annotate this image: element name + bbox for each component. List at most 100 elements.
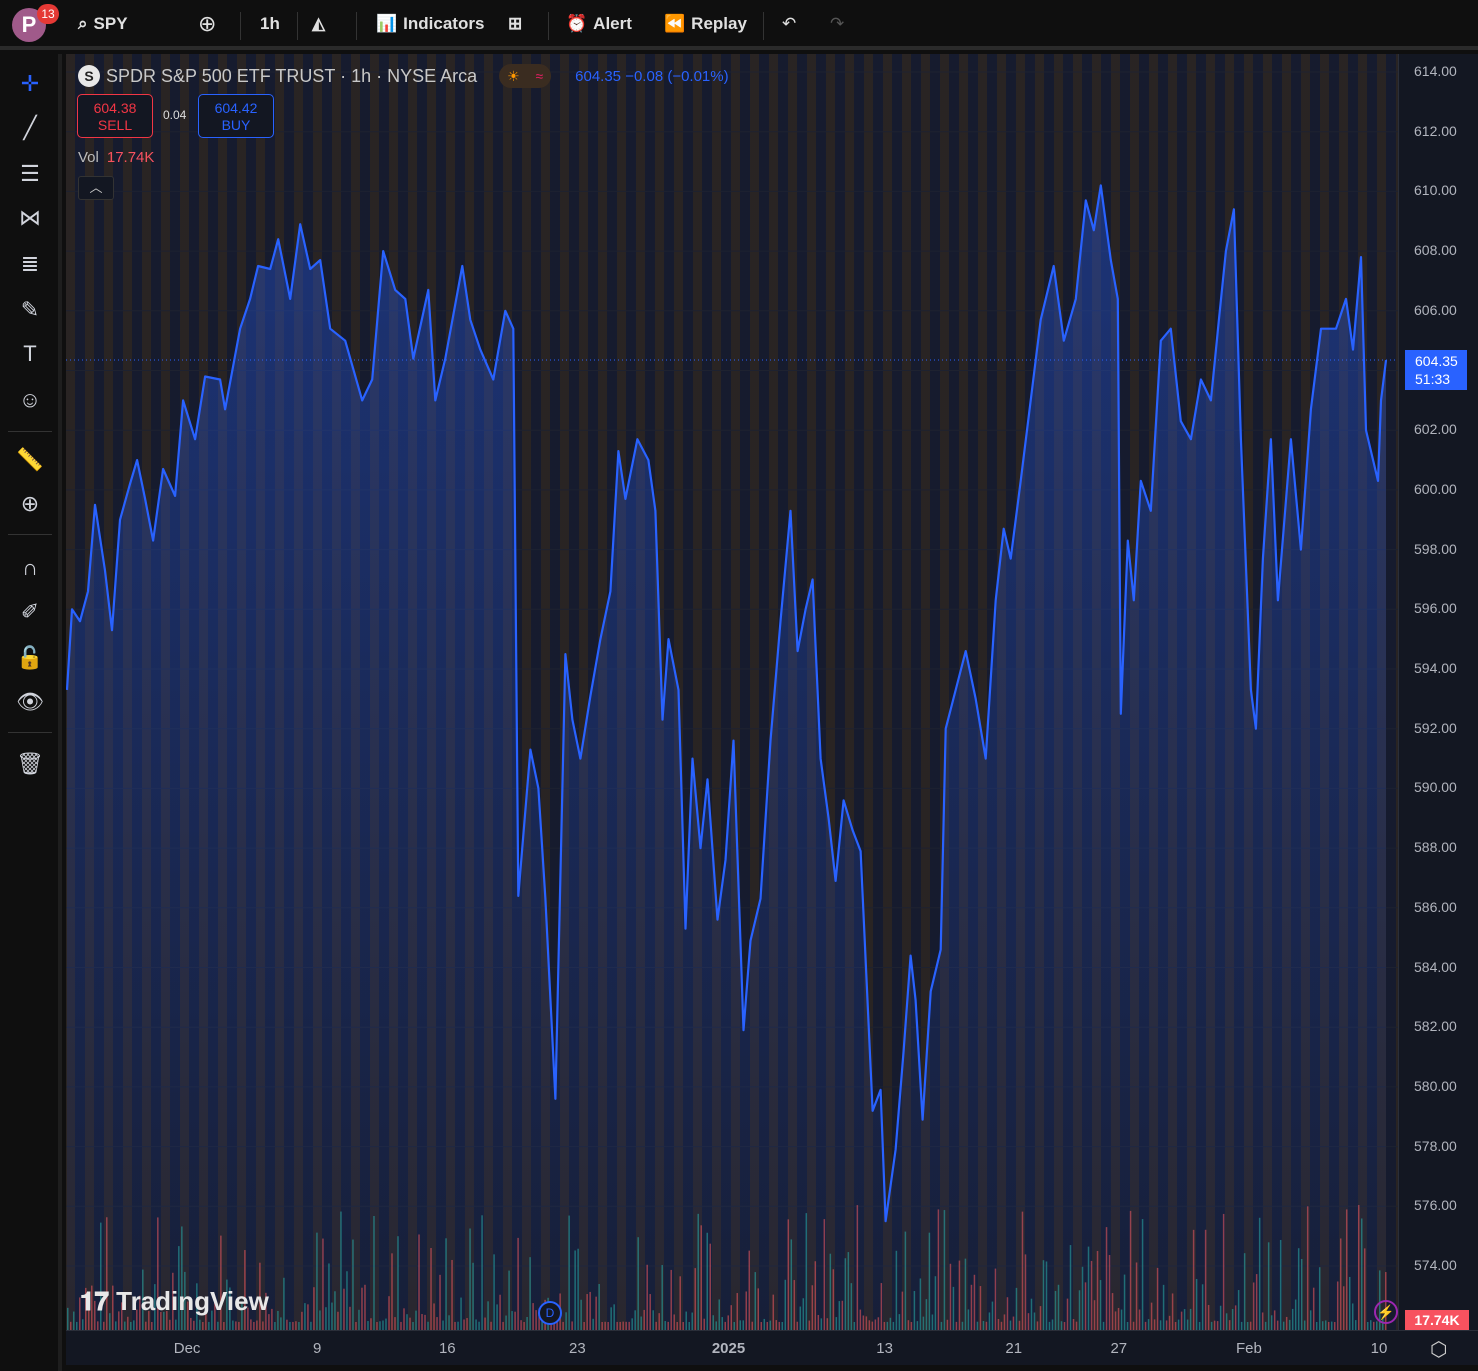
time-tick: 27 [1110, 1340, 1128, 1357]
text-icon[interactable]: T [14, 338, 46, 370]
volume-legend: Vol 17.74K [78, 149, 154, 166]
dividend-marker[interactable]: D [538, 1301, 562, 1325]
last-price-value: 604.35 [1415, 353, 1458, 370]
time-tick: 9 [313, 1340, 322, 1357]
lock-drawing-icon[interactable]: ✐ [14, 596, 46, 628]
market-status[interactable]: ☀ ≈ [499, 64, 552, 88]
buy-price: 604.42 [214, 100, 258, 116]
drawing-toolbar: ✛ ╱ ☰ ⋈ ≣ ✎ T ☺ 📏 ⊕ ∩ ✐ 🔓 👁 🗑 [0, 54, 62, 1371]
price-plot [66, 71, 1398, 1330]
price-axis[interactable]: 614.00612.00610.00608.00606.00604.00602.… [1398, 54, 1478, 1330]
price-tick: 594.00 [1414, 660, 1457, 676]
replay-label: Replay [691, 14, 747, 33]
redo-icon[interactable]: ↷ [830, 14, 844, 34]
patterns-icon[interactable]: ⋈ [14, 202, 46, 234]
zoom-in-icon[interactable]: ⊕ [14, 488, 46, 520]
price-tick: 606.00 [1414, 301, 1457, 318]
price-tick: 596.00 [1414, 600, 1457, 617]
magnet-icon[interactable]: ∩ [14, 552, 46, 584]
time-tick: Dec [173, 1340, 201, 1357]
indicators-icon: 📊 [376, 14, 398, 33]
crosshair-icon[interactable]: ✛ [14, 68, 46, 100]
price-tick: 578.00 [1414, 1137, 1457, 1154]
price-area-fill [67, 185, 1386, 1330]
last-price: 604.35 [575, 67, 622, 85]
symbol-search-button[interactable]: ⌕ SPY [78, 14, 128, 34]
price-tick: 600.00 [1414, 480, 1457, 497]
settings-icon[interactable]: ⬡ [1430, 1337, 1447, 1362]
price-change: −0.08 (−0.01%) [625, 67, 729, 85]
price-tick: 584.00 [1414, 958, 1457, 975]
volume-price-label: 17.74K [1405, 1310, 1469, 1330]
buy-label: BUY [221, 117, 251, 133]
interval-button[interactable]: 1h [260, 14, 280, 34]
price-tick: 608.00 [1414, 242, 1457, 259]
chart-type-icon[interactable]: ◭ [312, 14, 325, 34]
delay-icon: ≈ [535, 68, 544, 84]
emoji-icon[interactable]: ☺ [14, 384, 46, 416]
time-tick: 21 [1005, 1340, 1023, 1357]
add-symbol-icon[interactable]: ⊕ [198, 11, 216, 37]
top-toolbar: P 13 ⌕ SPY ⊕ 1h ◭ 📊 Indicators ⊞ ⏰ Alert ⏪ R… [0, 0, 1478, 50]
price-tick: 592.00 [1414, 719, 1457, 736]
collapse-legend-button[interactable]: ︿ [78, 176, 114, 200]
trash-icon[interactable]: 🗑 [14, 748, 46, 780]
lock-icon[interactable]: 🔓 [14, 642, 46, 674]
bar-countdown: 51:33 [1415, 371, 1451, 388]
layouts-icon[interactable]: ⊞ [508, 14, 522, 34]
forecasting-icon[interactable]: ≣ [14, 248, 46, 280]
sell-button[interactable]: 604.38 SELL [77, 94, 153, 138]
buy-button[interactable]: 604.42 BUY [198, 94, 274, 138]
time-tick: 23 [569, 1340, 586, 1357]
price-tick: 580.00 [1414, 1077, 1457, 1094]
brand-name: TradingView [116, 1286, 269, 1316]
spread: 0.04 [163, 108, 187, 122]
alert-button[interactable]: ⏰ Alert [566, 14, 632, 34]
price-tick: 586.00 [1414, 898, 1457, 915]
sell-price: 604.38 [93, 100, 137, 116]
sell-label: SELL [97, 117, 133, 133]
lightning-icon[interactable]: ⚡ [1374, 1300, 1398, 1324]
undo-icon[interactable]: ↶ [782, 14, 796, 34]
time-tick: Feb [1235, 1340, 1262, 1357]
sun-icon: ☀ [507, 67, 520, 84]
indicators-button[interactable]: 📊 Indicators [376, 14, 484, 34]
replay-button[interactable]: ⏪ Replay [664, 14, 747, 34]
price-tick: 574.00 [1414, 1257, 1457, 1273]
alarm-clock-icon: ⏰ [566, 14, 588, 33]
time-tick: 16 [438, 1340, 456, 1357]
tv-logo-icon: 𝟏𝟕 [80, 1286, 117, 1316]
symbol-label: SPY [93, 14, 128, 33]
price-tick: 598.00 [1414, 540, 1457, 557]
chart-pane[interactable]: S SPDR S&P 500 ETF TRUST · 1h · NYSE Arc… [66, 54, 1398, 1330]
time-tick: 10 [1370, 1340, 1388, 1357]
eye-icon[interactable]: 👁 [14, 686, 46, 718]
volume-value: 17.74K [106, 149, 155, 166]
price-tick: 582.00 [1414, 1018, 1457, 1035]
price-tick: 602.00 [1414, 421, 1457, 438]
symbol-legend: S SPDR S&P 500 ETF TRUST · 1h · NYSE Arc… [78, 64, 729, 88]
symbol-logo: S [78, 65, 100, 87]
price-tick: 576.00 [1414, 1197, 1457, 1214]
time-tick: 13 [876, 1340, 893, 1357]
notification-badge: 13 [37, 4, 59, 24]
trend-line-icon[interactable]: ╱ [14, 112, 46, 144]
volume-label: Vol [78, 149, 99, 166]
price-tick: 610.00 [1414, 182, 1457, 199]
last-price-label: 604.35 51:33 [1405, 350, 1467, 391]
fib-lines-icon[interactable]: ☰ [14, 158, 46, 190]
price-tick: 612.00 [1414, 122, 1457, 139]
indicators-label: Indicators [403, 14, 485, 33]
rewind-icon: ⏪ [664, 14, 686, 33]
price-tick: 590.00 [1414, 779, 1457, 796]
alert-label: Alert [593, 14, 632, 33]
time-axis[interactable]: Dec 9 16 23 2025 13 21 27 Feb 10 [66, 1330, 1478, 1365]
search-icon: ⌕ [78, 14, 88, 33]
tradingview-logo[interactable]: 𝟏𝟕 TradingView [80, 1286, 269, 1318]
brush-icon[interactable]: ✎ [14, 294, 46, 326]
price-tick: 614.00 [1414, 63, 1457, 79]
ruler-icon[interactable]: 📏 [14, 444, 46, 476]
time-tick: 2025 [711, 1340, 746, 1357]
symbol-title[interactable]: SPDR S&P 500 ETF TRUST · 1h · NYSE Arca [106, 66, 477, 87]
price-tick: 588.00 [1414, 839, 1457, 856]
